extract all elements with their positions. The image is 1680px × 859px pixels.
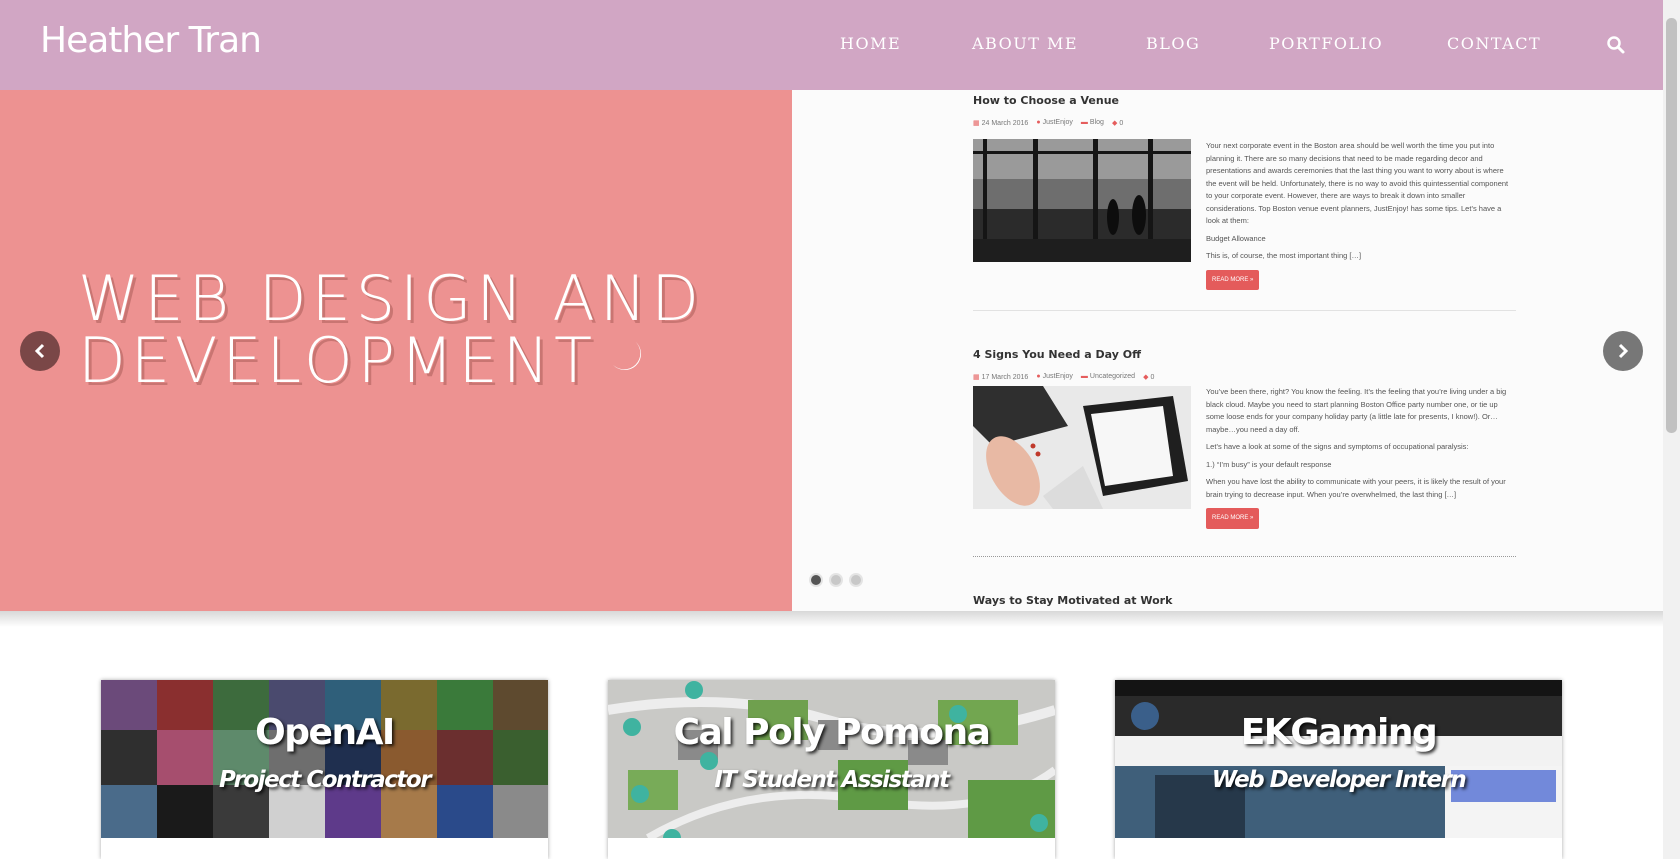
post-paragraph: When you have lost the ability to commun… <box>1206 477 1506 499</box>
moon-icon <box>612 341 641 371</box>
post-comments[interactable]: 0 <box>1119 120 1123 127</box>
hero-title-line2: DEVELOPMENT <box>78 324 597 397</box>
post-excerpt: You’ve been there, right? You know the f… <box>1206 386 1516 529</box>
portfolio-card-ekgaming[interactable]: EKGaming Web Developer Intern <box>1115 680 1562 859</box>
scrollbar-thumb[interactable] <box>1666 18 1677 433</box>
post-paragraph: Your next corporate event in the Boston … <box>1206 141 1509 225</box>
slider-next-button[interactable] <box>1603 331 1643 371</box>
post-date: 24 March 2016 <box>981 120 1029 127</box>
post-author[interactable]: JustEnjoy <box>1043 373 1073 380</box>
post-thumbnail[interactable] <box>973 386 1191 509</box>
slider-prev-button[interactable] <box>20 331 60 371</box>
card-title: OpenAI <box>255 712 395 753</box>
hero-shadow <box>0 611 1663 627</box>
calendar-icon: ▦ <box>973 374 980 381</box>
folder-icon: ▬ <box>1080 373 1088 380</box>
user-icon: ● <box>1036 119 1041 126</box>
portfolio-card-cal-poly-pomona[interactable]: Cal Poly Pomona IT Student Assistant <box>608 680 1055 859</box>
post-divider <box>973 310 1516 311</box>
post-title[interactable]: How to Choose a Venue <box>973 94 1518 107</box>
hero-slider: WEB DESIGN AND DEVELOPMENT How to Choose… <box>0 90 1663 611</box>
read-more-button[interactable]: READ MORE » <box>1206 508 1260 529</box>
post-divider <box>973 556 1516 557</box>
card-image: EKGaming Web Developer Intern <box>1115 680 1562 838</box>
site-logo[interactable]: Heather Tran <box>40 20 262 61</box>
post-comments[interactable]: 0 <box>1150 374 1154 381</box>
nav-blog[interactable]: BLOG <box>1146 34 1200 53</box>
slider-pagination <box>809 573 863 587</box>
nav-home[interactable]: HOME <box>840 34 901 53</box>
nav-portfolio[interactable]: PORTFOLIO <box>1269 34 1383 53</box>
comment-icon: ◆ <box>1111 120 1118 127</box>
slider-dot[interactable] <box>849 573 863 587</box>
nav-about-me[interactable]: ABOUT ME <box>972 34 1078 53</box>
nav-contact[interactable]: CONTACT <box>1447 34 1541 53</box>
card-title: EKGaming <box>1240 712 1438 753</box>
post-category[interactable]: Blog <box>1090 119 1104 126</box>
post-meta: ▦ 24 March 2016 ● JustEnjoy ▬ Blog ◆ 0 <box>973 119 1518 127</box>
post-title[interactable]: Ways to Stay Motivated at Work <box>973 594 1518 607</box>
post-paragraph: 1.) “I’m busy” is your default response <box>1206 459 1332 469</box>
user-icon: ● <box>1036 373 1041 380</box>
slider-dot[interactable] <box>809 573 823 587</box>
card-image: OpenAI Project Contractor <box>101 680 548 838</box>
post-paragraph: Let’s have a look at some of the signs a… <box>1206 442 1469 451</box>
hero-banner: WEB DESIGN AND DEVELOPMENT <box>0 90 792 611</box>
hero-title: WEB DESIGN AND DEVELOPMENT <box>78 268 704 392</box>
card-image: Cal Poly Pomona IT Student Assistant <box>608 680 1055 838</box>
hero-title-line1: WEB DESIGN AND <box>78 262 705 335</box>
calendar-icon: ▦ <box>973 120 980 127</box>
search-icon[interactable] <box>1606 35 1626 55</box>
post-author[interactable]: JustEnjoy <box>1043 119 1073 126</box>
card-subtitle: IT Student Assistant <box>714 767 950 793</box>
card-subtitle: Web Developer Intern <box>1211 767 1467 793</box>
post-title[interactable]: 4 Signs You Need a Day Off <box>973 348 1518 361</box>
post-paragraph: You’ve been there, right? You know the f… <box>1206 387 1507 434</box>
card-title: Cal Poly Pomona <box>673 712 991 753</box>
chevron-left-icon <box>34 343 45 359</box>
post-thumbnail[interactable] <box>973 139 1191 262</box>
folder-icon: ▬ <box>1080 119 1088 126</box>
site-header: Heather Tran HOME ABOUT ME BLOG PORTFOLI… <box>0 0 1663 90</box>
read-more-button[interactable]: READ MORE » <box>1206 269 1260 290</box>
portfolio-card-openai[interactable]: OpenAI Project Contractor <box>101 680 548 859</box>
chevron-right-icon <box>1618 343 1629 359</box>
post-category[interactable]: Uncategorized <box>1090 373 1135 380</box>
post-date: 17 March 2016 <box>981 374 1029 381</box>
comment-icon: ◆ <box>1143 374 1149 381</box>
post-paragraph: Budget Allowance <box>1206 233 1266 243</box>
page-scrollbar[interactable] <box>1663 0 1680 859</box>
blog-post: Ways to Stay Motivated at Work <box>973 594 1518 607</box>
post-paragraph: This is, of course, the most important t… <box>1206 251 1362 260</box>
card-subtitle: Project Contractor <box>218 767 432 793</box>
post-meta: ▦ 17 March 2016 ● JustEnjoy ▬ Uncategorized… <box>973 373 1518 381</box>
blog-post: How to Choose a Venue ▦ 24 March 2016 ● Ju… <box>973 94 1518 311</box>
post-excerpt: Your next corporate event in the Boston … <box>1206 140 1516 290</box>
slider-dot[interactable] <box>829 573 843 587</box>
blog-post: 4 Signs You Need a Day Off ▦ 17 March 201… <box>973 348 1518 557</box>
blog-preview-slide: How to Choose a Venue ▦ 24 March 2016 ● Ju… <box>792 90 1663 611</box>
